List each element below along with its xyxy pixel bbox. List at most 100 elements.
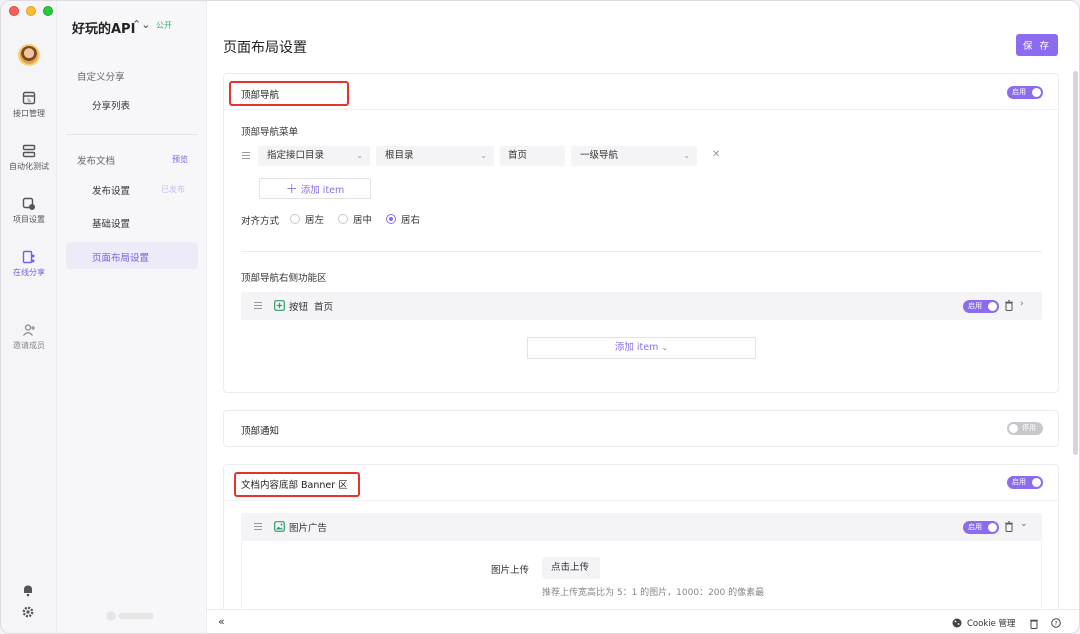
group-publish-docs: 发布文档 [77, 156, 116, 167]
sidebar-item-basic-settings[interactable]: 基础设置 [92, 216, 130, 230]
sidebar-item-publish-settings[interactable]: 发布设置 [92, 183, 130, 197]
project-switch-icon[interactable]: ⌃⌄ [132, 18, 150, 31]
rail-item-share[interactable]: 在线分享 [1, 250, 57, 278]
gear-icon[interactable] [21, 605, 35, 619]
nav-name-input[interactable]: 首页 [500, 146, 565, 166]
cookie-icon [952, 618, 962, 628]
chevron-down-icon[interactable]: ⌄ [1020, 519, 1028, 529]
add-right-item-label: 添加 item [614, 342, 659, 353]
scrollbar[interactable] [1073, 71, 1078, 455]
align-right-radio[interactable]: 居右 [386, 212, 420, 226]
upload-hint: 推荐上传宽高比为 5：1 的图片，1000：200 的像素最 [542, 588, 765, 598]
right-item-kind: 按钮 [289, 302, 309, 313]
group-custom-share: 自定义分享 [77, 72, 125, 83]
radio-circle [290, 214, 300, 224]
section-divider [241, 251, 1042, 252]
rail-item-invite-label: 邀请成员 [13, 341, 45, 350]
banner-item-name: 图片广告 [289, 523, 328, 534]
close-window-button[interactable] [9, 6, 19, 16]
collapse-sidebar-icon[interactable]: « [218, 615, 225, 628]
drag-handle-icon[interactable] [242, 152, 250, 161]
app-window: % 接口管理 自动化测试 项目设置 在线分享 邀请成员 好玩的API ⌃⌄ 公开… [0, 0, 1080, 634]
drag-handle-icon[interactable] [254, 302, 262, 311]
rail-item-project-settings[interactable]: 项目设置 [1, 197, 57, 225]
drag-handle-icon[interactable] [254, 523, 262, 532]
card-banner: 文档内容底部 Banner 区 启用 图片广告 启用 ⌄ 图片上传 点击上传 推… [223, 464, 1059, 625]
banner-toggle[interactable]: 启用 [1007, 476, 1043, 489]
align-label: 对齐方式 [241, 216, 280, 227]
nav-directory-value: 根目录 [385, 150, 414, 161]
rail-item-project-settings-label: 项目设置 [13, 215, 45, 224]
rail-item-automation-label: 自动化测试 [9, 162, 49, 171]
brand-watermark-icon [106, 611, 153, 621]
rail-item-share-label: 在线分享 [13, 268, 45, 277]
api-grid-icon: % [22, 91, 36, 105]
sidebar-item-layout-settings[interactable]: 页面布局设置 [92, 250, 149, 264]
rail-item-api[interactable]: % 接口管理 [1, 91, 57, 119]
invite-member-icon [23, 324, 35, 336]
user-avatar[interactable] [18, 44, 40, 66]
remove-row-icon[interactable]: ✕ [712, 149, 720, 160]
bell-icon[interactable] [21, 583, 35, 597]
add-right-item-button[interactable]: 添加 item ⌄ [527, 337, 756, 359]
window-controls [9, 6, 53, 16]
add-nav-item-label: 添加 item [300, 185, 345, 196]
banner-item-toggle[interactable]: 启用 [963, 521, 999, 534]
preview-link[interactable]: 预览 [172, 154, 188, 165]
top-notice-toggle[interactable]: 停用 [1007, 422, 1043, 435]
nav-directory-select[interactable]: 根目录 ⌄ [376, 146, 494, 166]
rail-item-invite[interactable]: 邀请成员 [1, 323, 57, 351]
trash-icon[interactable] [1029, 618, 1039, 629]
minimize-window-button[interactable] [26, 6, 36, 16]
top-nav-toggle[interactable]: 启用 [1007, 86, 1043, 99]
align-center-label: 居中 [353, 215, 373, 226]
top-nav-menu-label: 顶部导航菜单 [241, 127, 299, 138]
add-nav-item-button[interactable]: ＋ 添加 item [259, 178, 371, 199]
upload-button[interactable]: 点击上传 [542, 557, 600, 579]
nav-type-select[interactable]: 指定接口目录 ⌄ [258, 146, 370, 166]
rail-item-api-label: 接口管理 [13, 109, 45, 118]
secondary-sidebar: 好玩的API ⌃⌄ 公开 自定义分享 分享列表 发布文档 预览 发布设置 已发布… [57, 1, 207, 633]
sidebar-divider [66, 134, 198, 135]
upload-label: 图片上传 [491, 565, 530, 576]
right-area-label: 顶部导航右侧功能区 [241, 273, 327, 284]
banner-item-row[interactable]: 图片广告 启用 ⌄ [241, 513, 1042, 541]
share-icon [22, 250, 35, 264]
align-left-label: 居左 [305, 215, 325, 226]
project-settings-icon [22, 197, 35, 210]
align-center-radio[interactable]: 居中 [338, 212, 372, 226]
project-name[interactable]: 好玩的API [72, 18, 135, 37]
chevron-down-icon: ⌄ [683, 151, 690, 160]
help-icon[interactable]: ? [1051, 618, 1061, 628]
cookie-manage-link[interactable]: Cookie 管理 [967, 617, 1016, 629]
plus-icon: ＋ [285, 182, 298, 196]
nav-level-select[interactable]: 一级导航 ⌄ [571, 146, 697, 166]
automation-icon [22, 144, 36, 158]
radio-circle [338, 214, 348, 224]
zoom-window-button[interactable] [43, 6, 53, 16]
image-icon [274, 521, 285, 532]
rail-item-automation[interactable]: 自动化测试 [1, 144, 57, 172]
card-top-notice: 顶部通知 停用 [223, 410, 1059, 447]
icon-rail: % 接口管理 自动化测试 项目设置 在线分享 邀请成员 [1, 1, 57, 633]
svg-text:%: % [27, 98, 32, 104]
visibility-badge: 公开 [156, 21, 172, 30]
card-top-notice-title: 顶部通知 [241, 426, 280, 437]
trash-icon[interactable] [1004, 521, 1014, 532]
radio-circle-selected [386, 214, 396, 224]
chevron-down-icon: ⌄ [356, 151, 363, 160]
sidebar-item-share-list[interactable]: 分享列表 [92, 98, 130, 112]
chevron-down-icon: ⌄ [480, 151, 487, 160]
save-button[interactable]: 保 存 [1016, 34, 1058, 56]
trash-icon[interactable] [1004, 300, 1014, 311]
chevron-down-icon: ⌄ [661, 343, 669, 352]
button-type-icon [274, 300, 285, 311]
nav-level-value: 一级导航 [580, 150, 619, 161]
right-item-toggle[interactable]: 启用 [963, 300, 999, 313]
align-left-radio[interactable]: 居左 [290, 212, 324, 226]
page-title: 页面布局设置 [223, 40, 307, 56]
right-area-item-row[interactable]: 按钮 首页 启用 › [241, 292, 1042, 320]
card-top-nav-header: 顶部导航 启用 [224, 74, 1058, 110]
main-content: 页面布局设置 保 存 顶部导航 启用 顶部导航菜单 指定接口目录 ⌄ 根目录 ⌄ 首… [207, 1, 1079, 625]
chevron-right-icon[interactable]: › [1020, 299, 1024, 309]
